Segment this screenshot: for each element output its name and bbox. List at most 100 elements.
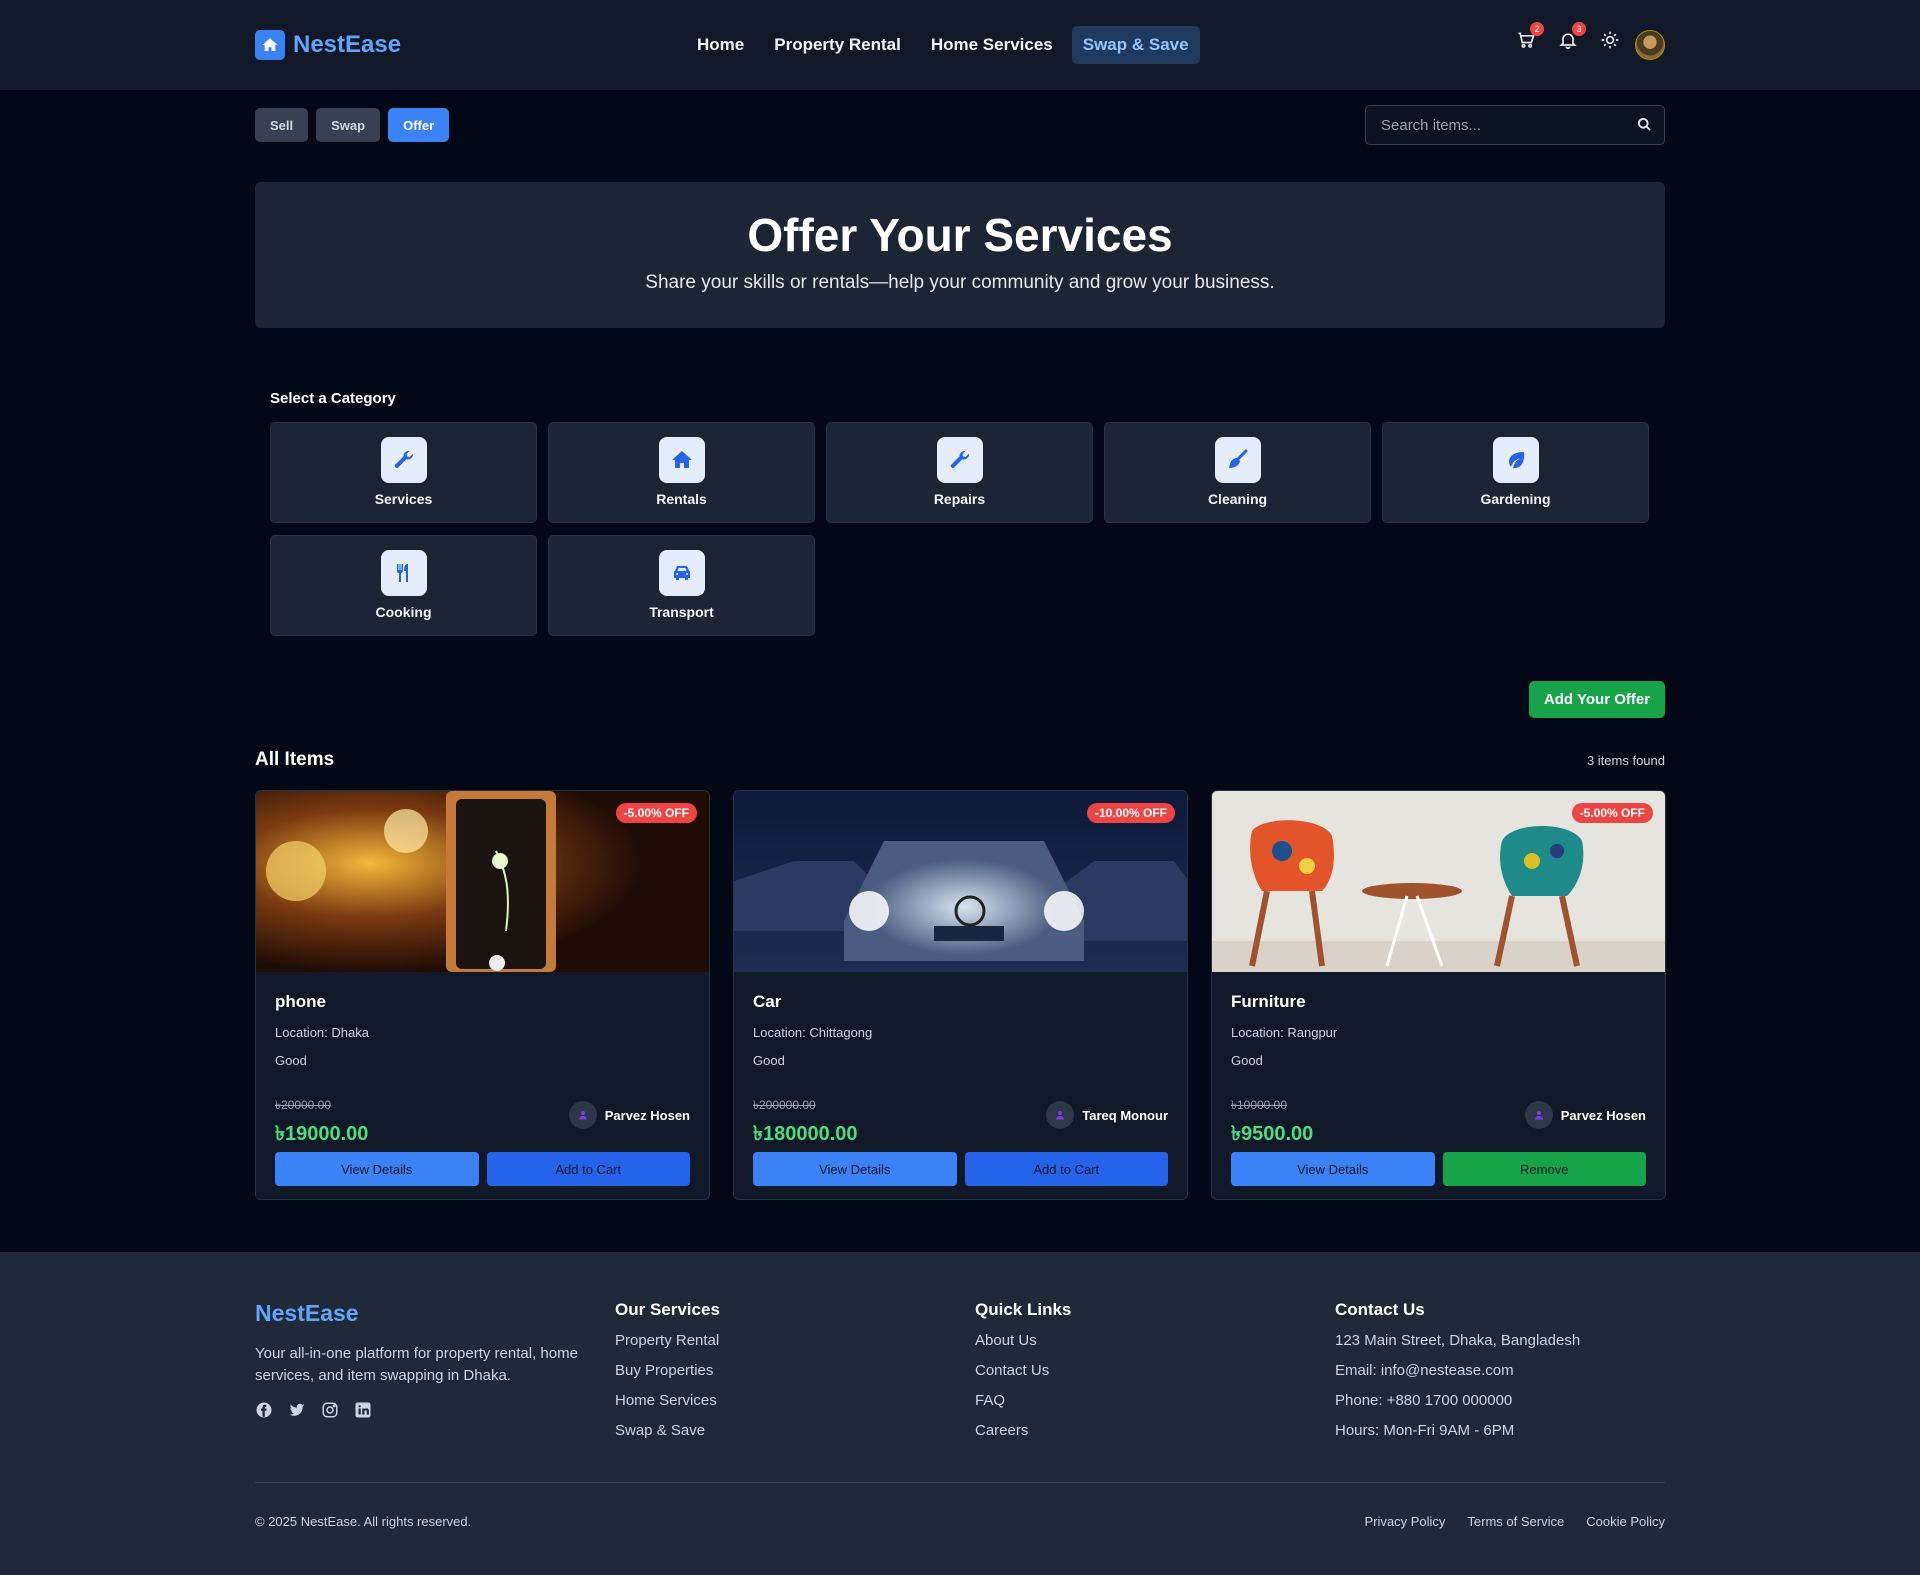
- twitter-icon[interactable]: [288, 1401, 306, 1424]
- user-icon: [568, 1101, 597, 1129]
- category-label: Gardening: [1480, 491, 1551, 507]
- view-details-button[interactable]: View Details: [275, 1152, 479, 1186]
- footer-link[interactable]: Home Services: [615, 1392, 720, 1410]
- add-offer-button[interactable]: Add Your Offer: [1529, 681, 1665, 718]
- category-heading: Select a Category: [270, 390, 396, 407]
- legal-links: Privacy Policy Terms of Service Cookie P…: [1365, 1514, 1666, 1529]
- footer-heading: Our Services: [615, 1300, 720, 1319]
- site-footer: NestEase Your all-in-one platform for pr…: [0, 1252, 1920, 1575]
- instagram-icon[interactable]: [321, 1401, 339, 1424]
- item-list: -5.00% OFF phone Location: Dhaka Good ৳2…: [255, 790, 1666, 1200]
- category-cooking[interactable]: Cooking: [270, 535, 537, 636]
- tab-offer[interactable]: Offer: [388, 108, 450, 142]
- footer-heading: Contact Us: [1335, 1300, 1425, 1319]
- sun-icon[interactable]: [1600, 30, 1620, 50]
- discount-badge: -5.00% OFF: [1571, 803, 1653, 823]
- seller-name: Parvez Hosen: [1560, 1107, 1646, 1123]
- category-repairs[interactable]: Repairs: [826, 422, 1093, 523]
- user-icon: [1046, 1101, 1075, 1129]
- category-label: Rentals: [656, 491, 707, 507]
- search-icon[interactable]: [1637, 117, 1652, 137]
- terms-link[interactable]: Terms of Service: [1467, 1514, 1564, 1529]
- seller-info[interactable]: Parvez Hosen: [1524, 1101, 1646, 1129]
- item-condition: Good: [275, 1053, 307, 1068]
- add-to-cart-button[interactable]: Add to Cart: [486, 1152, 690, 1186]
- seller-name: Tareq Monour: [1082, 1107, 1168, 1123]
- category-rentals[interactable]: Rentals: [548, 422, 815, 523]
- search-box: [1365, 105, 1665, 145]
- user-avatar[interactable]: [1635, 30, 1665, 60]
- items-count: 3 items found: [1586, 753, 1665, 768]
- item-card: -5.00% OFF phone Location: Dhaka Good ৳2…: [255, 790, 710, 1200]
- privacy-policy-link[interactable]: Privacy Policy: [1365, 1514, 1446, 1529]
- discount-badge: -5.00% OFF: [615, 803, 697, 823]
- facebook-icon[interactable]: [255, 1401, 273, 1424]
- tab-swap[interactable]: Swap: [316, 108, 381, 142]
- footer-divider: [255, 1482, 1665, 1483]
- footer-brand[interactable]: NestEase: [255, 1300, 585, 1327]
- nav-home[interactable]: Home: [686, 26, 755, 64]
- item-image-car[interactable]: -10.00% OFF: [734, 791, 1187, 972]
- bell-icon[interactable]: 3: [1558, 22, 1586, 50]
- linkedin-icon[interactable]: [354, 1401, 372, 1424]
- item-location: Location: Chittagong: [753, 1025, 873, 1040]
- brand-name: NestEase: [293, 31, 402, 58]
- category-label: Services: [374, 491, 433, 507]
- page-title: Offer Your Services: [747, 209, 1173, 261]
- item-name: phone: [275, 992, 326, 1011]
- contact-address: 123 Main Street, Dhaka, Bangladesh: [1335, 1332, 1581, 1349]
- footer-link[interactable]: About Us: [975, 1332, 1071, 1350]
- footer-link[interactable]: FAQ: [975, 1392, 1071, 1410]
- footer-link[interactable]: Property Rental: [615, 1332, 720, 1350]
- item-card: -5.00% OFF Furniture Location: Rangpur G…: [1211, 790, 1666, 1200]
- category-gardening[interactable]: Gardening: [1382, 422, 1649, 523]
- category-transport[interactable]: Transport: [548, 535, 815, 636]
- home-logo-icon: [255, 30, 285, 60]
- brand-logo[interactable]: NestEase: [255, 30, 401, 60]
- wrench-icon: [936, 437, 983, 483]
- footer-link[interactable]: Buy Properties: [615, 1362, 720, 1380]
- social-links: [255, 1401, 585, 1424]
- footer-quick-links: Quick Links About Us Contact Us FAQ Care…: [975, 1300, 1071, 1452]
- item-name: Car: [753, 992, 782, 1011]
- footer-heading: Quick Links: [975, 1300, 1072, 1319]
- footer-link[interactable]: Swap & Save: [615, 1422, 720, 1440]
- item-condition: Good: [1231, 1053, 1263, 1068]
- seller-info[interactable]: Tareq Monour: [1046, 1101, 1168, 1129]
- nav-actions: 2 3: [1516, 22, 1620, 50]
- category-label: Cleaning: [1207, 491, 1268, 507]
- wrench-icon: [380, 437, 427, 483]
- seller-info[interactable]: Parvez Hosen: [568, 1101, 690, 1129]
- item-location: Location: Dhaka: [275, 1025, 369, 1040]
- item-name: Furniture: [1231, 992, 1306, 1011]
- category-label: Transport: [649, 604, 714, 620]
- car-icon: [658, 550, 705, 596]
- category-label: Cooking: [375, 604, 432, 620]
- cart-icon[interactable]: 2: [1516, 22, 1544, 50]
- category-cleaning[interactable]: Cleaning: [1104, 422, 1371, 523]
- footer-link[interactable]: Contact Us: [975, 1362, 1071, 1380]
- item-card: -10.00% OFF Car Location: Chittagong Goo…: [733, 790, 1188, 1200]
- footer-services: Our Services Property Rental Buy Propert…: [615, 1300, 720, 1452]
- user-icon: [1524, 1101, 1553, 1129]
- page-subtitle: Share your skills or rentals—help your c…: [645, 272, 1275, 293]
- category-services[interactable]: Services: [270, 422, 537, 523]
- item-image-phone[interactable]: -5.00% OFF: [256, 791, 709, 972]
- nav-home-services[interactable]: Home Services: [920, 26, 1064, 64]
- hero-banner: Offer Your Services Share your skills or…: [255, 182, 1665, 328]
- nav-swap-save[interactable]: Swap & Save: [1071, 26, 1200, 64]
- cart-badge: 2: [1530, 22, 1544, 36]
- view-details-button[interactable]: View Details: [753, 1152, 957, 1186]
- remove-button[interactable]: Remove: [1442, 1152, 1646, 1186]
- tab-sell[interactable]: Sell: [255, 108, 309, 142]
- contact-hours: Hours: Mon-Fri 9AM - 6PM: [1335, 1422, 1515, 1439]
- view-details-button[interactable]: View Details: [1231, 1152, 1435, 1186]
- notification-badge: 3: [1572, 22, 1586, 36]
- add-to-cart-button[interactable]: Add to Cart: [964, 1152, 1168, 1186]
- seller-name: Parvez Hosen: [604, 1107, 690, 1123]
- nav-property-rental[interactable]: Property Rental: [763, 26, 912, 64]
- cookie-policy-link[interactable]: Cookie Policy: [1586, 1514, 1665, 1529]
- item-image-furniture[interactable]: -5.00% OFF: [1212, 791, 1665, 972]
- footer-link[interactable]: Careers: [975, 1422, 1071, 1440]
- search-input[interactable]: [1366, 106, 1626, 144]
